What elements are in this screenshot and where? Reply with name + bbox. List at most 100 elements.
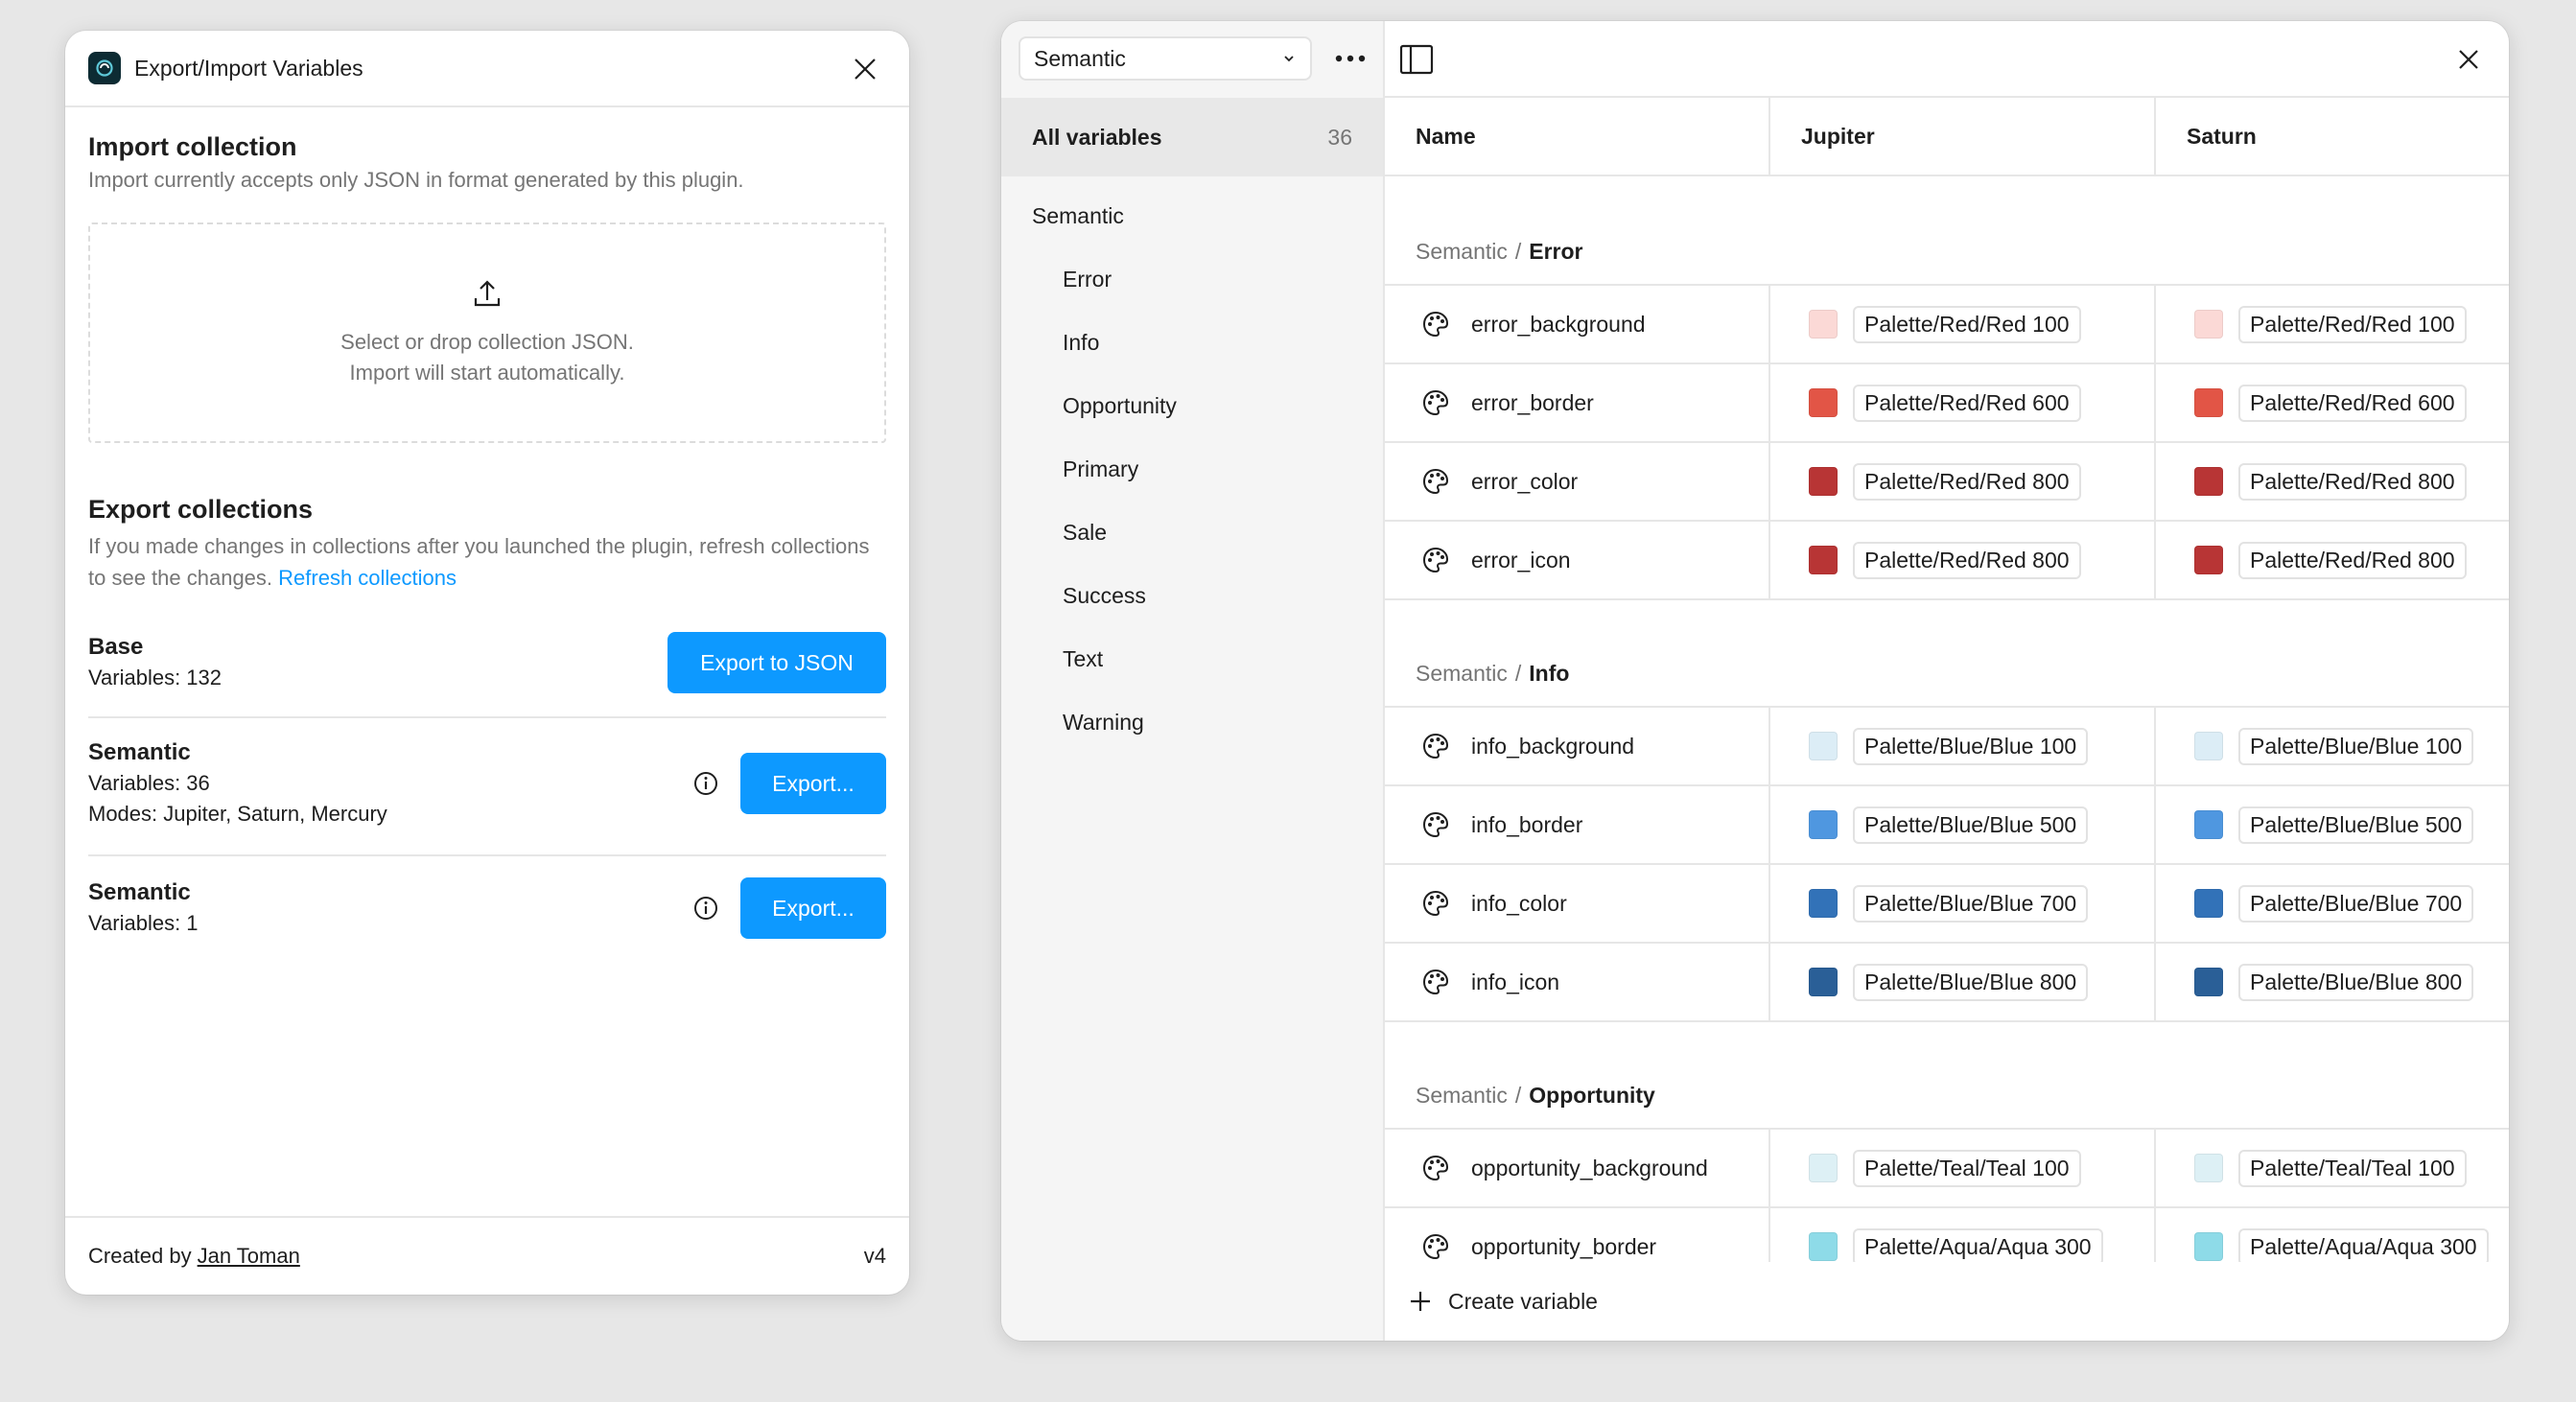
- value-cell-saturn[interactable]: Palette/Blue/Blue 100: [2156, 708, 2509, 784]
- variable-name-cell[interactable]: error_color: [1385, 443, 1770, 520]
- table-row[interactable]: info_background Palette/Blue/Blue 100 Pale…: [1385, 708, 2509, 786]
- table-row[interactable]: opportunity_border Palette/Aqua/Aqua 300 P…: [1385, 1208, 2509, 1262]
- sidebar-item-info[interactable]: Info: [1063, 330, 1099, 356]
- value-cell-jupiter[interactable]: Palette/Teal/Teal 100: [1770, 1130, 2156, 1206]
- alias-chip[interactable]: Palette/Teal/Teal 100: [2238, 1149, 2467, 1187]
- variable-name-cell[interactable]: error_background: [1385, 286, 1770, 362]
- alias-chip[interactable]: Palette/Blue/Blue 500: [2238, 806, 2474, 844]
- alias-chip[interactable]: Palette/Red/Red 800: [2238, 541, 2467, 579]
- alias-chip[interactable]: Palette/Blue/Blue 100: [1853, 727, 2089, 765]
- create-variable-button[interactable]: Create variable: [1385, 1262, 2509, 1341]
- close-icon[interactable]: [846, 50, 884, 88]
- table-row[interactable]: error_color Palette/Red/Red 800 Palette/Re…: [1385, 443, 2509, 522]
- collection-select[interactable]: Semantic: [1019, 36, 1312, 81]
- variable-name-cell[interactable]: info_background: [1385, 708, 1770, 784]
- value-cell-saturn[interactable]: Palette/Blue/Blue 500: [2156, 786, 2509, 863]
- value-cell-jupiter[interactable]: Palette/Red/Red 600: [1770, 364, 2156, 441]
- column-header-name[interactable]: Name: [1385, 98, 1770, 175]
- color-swatch: [2194, 467, 2223, 496]
- export-button[interactable]: Export...: [740, 753, 886, 814]
- alias-chip[interactable]: Palette/Blue/Blue 800: [1853, 963, 2089, 1001]
- value-cell-jupiter[interactable]: Palette/Blue/Blue 700: [1770, 865, 2156, 942]
- value-cell-saturn[interactable]: Palette/Red/Red 800: [2156, 443, 2509, 520]
- sidebar-item-success[interactable]: Success: [1063, 583, 1146, 609]
- alias-chip[interactable]: Palette/Blue/Blue 700: [2238, 884, 2474, 923]
- value-cell-saturn[interactable]: Palette/Blue/Blue 800: [2156, 944, 2509, 1020]
- variable-name-cell[interactable]: opportunity_border: [1385, 1208, 1770, 1262]
- export-to-json-button[interactable]: Export to JSON: [667, 632, 886, 693]
- refresh-collections-link[interactable]: Refresh collections: [278, 566, 457, 590]
- info-icon[interactable]: [692, 770, 719, 797]
- alias-chip[interactable]: Palette/Teal/Teal 100: [1853, 1149, 2081, 1187]
- export-title: Export collections: [88, 495, 314, 524]
- color-swatch: [1809, 1232, 1838, 1261]
- alias-chip[interactable]: Palette/Blue/Blue 100: [2238, 727, 2474, 765]
- value-cell-jupiter[interactable]: Palette/Red/Red 100: [1770, 286, 2156, 362]
- alias-chip[interactable]: Palette/Aqua/Aqua 300: [2238, 1227, 2489, 1262]
- table-row[interactable]: info_icon Palette/Blue/Blue 800 Palette/Bl…: [1385, 944, 2509, 1022]
- value-cell-jupiter[interactable]: Palette/Aqua/Aqua 300: [1770, 1208, 2156, 1262]
- alias-chip[interactable]: Palette/Blue/Blue 700: [1853, 884, 2089, 923]
- group-header-opportunity: Semantic / Opportunity: [1385, 1022, 2509, 1130]
- variables-sidebar: Semantic All variables 36 Semantic Error…: [1001, 21, 1385, 1341]
- table-row[interactable]: info_border Palette/Blue/Blue 500 Palette/…: [1385, 786, 2509, 865]
- value-cell-saturn[interactable]: Palette/Aqua/Aqua 300: [2156, 1208, 2509, 1262]
- color-swatch: [2194, 968, 2223, 996]
- table-row[interactable]: opportunity_background Palette/Teal/Teal …: [1385, 1130, 2509, 1208]
- value-cell-saturn[interactable]: Palette/Red/Red 100: [2156, 286, 2509, 362]
- group-prefix: Semantic: [1416, 1083, 1508, 1108]
- table-row[interactable]: info_color Palette/Blue/Blue 700 Palette/B…: [1385, 865, 2509, 944]
- palette-icon: [1422, 547, 1449, 573]
- close-icon[interactable]: [2449, 40, 2488, 79]
- alias-chip[interactable]: Palette/Blue/Blue 500: [1853, 806, 2089, 844]
- sidebar-item-warning[interactable]: Warning: [1063, 710, 1144, 736]
- variable-name-cell[interactable]: info_icon: [1385, 944, 1770, 1020]
- value-cell-saturn[interactable]: Palette/Red/Red 800: [2156, 522, 2509, 598]
- palette-icon: [1422, 389, 1449, 416]
- sidebar-item-sale[interactable]: Sale: [1063, 520, 1107, 546]
- sidebar-item-opportunity[interactable]: Opportunity: [1063, 393, 1177, 419]
- variables-window: Semantic All variables 36 Semantic Error…: [1001, 21, 2509, 1341]
- alias-chip[interactable]: Palette/Aqua/Aqua 300: [1853, 1227, 2103, 1262]
- sidebar-item-text[interactable]: Text: [1063, 646, 1103, 672]
- value-cell-saturn[interactable]: Palette/Teal/Teal 100: [2156, 1130, 2509, 1206]
- table-row[interactable]: error_border Palette/Red/Red 600 Palette/R…: [1385, 364, 2509, 443]
- column-header-jupiter[interactable]: Jupiter: [1770, 98, 2156, 175]
- json-dropzone[interactable]: Select or drop collection JSON. Import w…: [88, 222, 886, 443]
- sidebar-item-error[interactable]: Error: [1063, 267, 1112, 292]
- value-cell-jupiter[interactable]: Palette/Blue/Blue 500: [1770, 786, 2156, 863]
- export-button[interactable]: Export...: [740, 877, 886, 939]
- alias-chip[interactable]: Palette/Red/Red 100: [1853, 305, 2081, 343]
- sidebar-item-primary[interactable]: Primary: [1063, 456, 1138, 482]
- alias-chip[interactable]: Palette/Red/Red 100: [2238, 305, 2467, 343]
- sidebar-toggle-icon[interactable]: [1398, 42, 1435, 77]
- color-swatch: [2194, 1232, 2223, 1261]
- value-cell-saturn[interactable]: Palette/Red/Red 600: [2156, 364, 2509, 441]
- variable-name-cell[interactable]: info_border: [1385, 786, 1770, 863]
- value-cell-saturn[interactable]: Palette/Blue/Blue 700: [2156, 865, 2509, 942]
- value-cell-jupiter[interactable]: Palette/Red/Red 800: [1770, 443, 2156, 520]
- author-link[interactable]: Jan Toman: [198, 1244, 300, 1269]
- table-row[interactable]: error_icon Palette/Red/Red 800 Palette/Red…: [1385, 522, 2509, 600]
- value-cell-jupiter[interactable]: Palette/Blue/Blue 100: [1770, 708, 2156, 784]
- alias-chip[interactable]: Palette/Red/Red 800: [1853, 462, 2081, 501]
- variable-name-cell[interactable]: info_color: [1385, 865, 1770, 942]
- all-variables-item[interactable]: All variables 36: [1001, 98, 1383, 176]
- value-cell-jupiter[interactable]: Palette/Red/Red 800: [1770, 522, 2156, 598]
- variable-name-cell[interactable]: opportunity_background: [1385, 1130, 1770, 1206]
- chevron-down-icon: [1284, 56, 1294, 62]
- variable-name-cell[interactable]: error_border: [1385, 364, 1770, 441]
- value-cell-jupiter[interactable]: Palette/Blue/Blue 800: [1770, 944, 2156, 1020]
- variable-name-cell[interactable]: error_icon: [1385, 522, 1770, 598]
- sidebar-group-semantic[interactable]: Semantic: [1032, 203, 1124, 229]
- alias-chip[interactable]: Palette/Red/Red 800: [2238, 462, 2467, 501]
- alias-chip[interactable]: Palette/Blue/Blue 800: [2238, 963, 2474, 1001]
- alias-chip[interactable]: Palette/Red/Red 800: [1853, 541, 2081, 579]
- more-options-icon[interactable]: [1331, 42, 1370, 75]
- table-row[interactable]: error_background Palette/Red/Red 100 Palet…: [1385, 286, 2509, 364]
- alias-chip[interactable]: Palette/Red/Red 600: [2238, 384, 2467, 422]
- plugin-footer: Created by Jan Toman v4: [65, 1216, 909, 1295]
- info-icon[interactable]: [692, 895, 719, 922]
- alias-chip[interactable]: Palette/Red/Red 600: [1853, 384, 2081, 422]
- column-header-saturn[interactable]: Saturn: [2156, 98, 2509, 175]
